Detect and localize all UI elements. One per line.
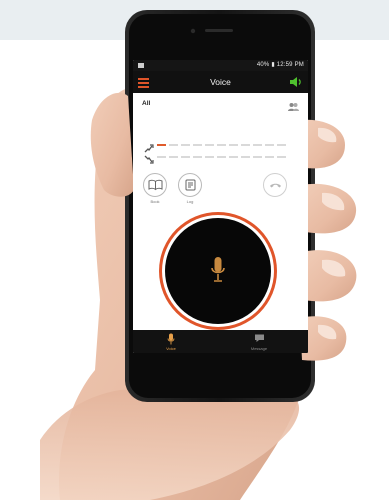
level-segment (169, 144, 178, 146)
level-segment (241, 156, 250, 158)
transmit-level-meter (133, 140, 308, 153)
hang-up-button[interactable] (263, 173, 287, 197)
log-button[interactable] (178, 173, 202, 197)
app-bar: Voice (133, 71, 308, 93)
talk-group-row[interactable]: All (133, 97, 308, 111)
level-segment (217, 156, 226, 158)
hang-up-icon (270, 183, 281, 188)
log-button-label: Log (186, 199, 194, 204)
nav-tab-voice-label: Voice (166, 346, 176, 351)
page-title: Voice (210, 77, 231, 87)
message-bubble-icon (255, 334, 264, 342)
level-segment (181, 156, 190, 158)
book-button[interactable] (143, 173, 167, 197)
log-icon (185, 179, 196, 191)
level-segment (193, 144, 202, 146)
notification-icon (137, 60, 145, 71)
level-segment (205, 144, 214, 146)
status-bar: 40% ▮ 12:59 PM (133, 60, 308, 71)
level-segment (217, 144, 226, 146)
speaker-icon[interactable] (289, 75, 303, 89)
level-segment (229, 156, 238, 158)
level-segment (157, 156, 166, 158)
receive-arrow-icon (144, 152, 154, 164)
bottom-navigation: Voice Message (133, 330, 308, 353)
push-to-talk-button[interactable] (159, 212, 277, 330)
nav-tab-message-label: Message (250, 346, 268, 351)
level-segment (229, 144, 238, 146)
talk-group-label: All (142, 100, 151, 107)
level-segment (157, 144, 166, 146)
level-segment (193, 156, 202, 158)
book-button-label: Book (150, 199, 160, 204)
receive-level-meter (133, 152, 308, 164)
status-text: 40% ▮ 12:59 PM (256, 62, 304, 68)
phone-screen: 40% ▮ 12:59 PM Voice All Book Log Voice … (133, 60, 308, 353)
nav-tab-voice[interactable]: Voice (141, 330, 201, 353)
book-icon (148, 179, 163, 191)
microphone-icon (167, 333, 175, 345)
transmit-arrow-icon (144, 140, 154, 153)
level-segment (169, 156, 178, 158)
level-segment (265, 156, 274, 158)
microphone-icon (211, 257, 225, 282)
level-segment (277, 156, 286, 158)
level-segment (253, 156, 262, 158)
push-to-talk-face (165, 218, 271, 324)
level-segment (181, 144, 190, 146)
level-segment (277, 144, 286, 146)
level-segment (241, 144, 250, 146)
level-segment (205, 156, 214, 158)
level-segment (265, 144, 274, 146)
level-segment (253, 144, 262, 146)
contacts-icon[interactable] (288, 99, 299, 111)
nav-tab-message[interactable]: Message (229, 330, 289, 353)
